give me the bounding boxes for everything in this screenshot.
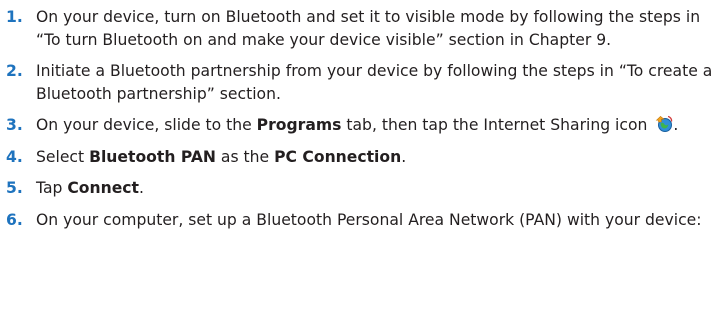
step-text-part: On your device, slide to the (36, 116, 257, 134)
step-number: 5. (6, 179, 23, 197)
step-4: 4. Select Bluetooth PAN as the PC Connec… (0, 146, 721, 169)
step-text: On your device, turn on Bluetooth and se… (36, 8, 701, 49)
step-text: On your device, slide to the Programs ta… (36, 114, 714, 137)
step-text: Tap Connect. (36, 177, 714, 200)
step-number: 6. (6, 210, 23, 229)
step-2: 2. Initiate a Bluetooth partnership from… (0, 60, 721, 105)
step-1: 1. On your device, turn on Bluetooth and… (0, 6, 721, 51)
step-3: 3. On your device, slide to the Programs… (0, 114, 721, 137)
pc-connection-label: PC Connection (274, 147, 402, 166)
step-text-part: . (139, 179, 144, 197)
step-number: 1. (6, 8, 23, 26)
connect-label: Connect (67, 179, 139, 197)
instruction-list: 1. On your device, turn on Bluetooth and… (0, 6, 721, 231)
step-text-part: tab, then tap the Internet Sharing icon (341, 116, 653, 134)
step-text-part: . (673, 116, 679, 134)
step-text: Initiate a Bluetooth partnership from yo… (36, 62, 713, 103)
bluetooth-pan-label: Bluetooth PAN (89, 147, 216, 166)
programs-tab-label: Programs (256, 116, 342, 134)
step-number: 3. (6, 116, 23, 134)
step-text: Select Bluetooth PAN as the PC Connectio… (36, 146, 714, 169)
step-text-part: Select (36, 147, 90, 166)
step-5: 5. Tap Connect. (0, 177, 721, 200)
internet-sharing-icon (655, 115, 673, 133)
step-number: 2. (6, 62, 23, 80)
step-text-part: . (401, 147, 407, 166)
step-text-part: Tap (36, 179, 68, 197)
step-number: 4. (6, 147, 23, 166)
step-text: On your computer, set up a Bluetooth Per… (36, 210, 702, 229)
step-6: 6. On your computer, set up a Bluetooth … (0, 209, 721, 232)
step-text-part: as the (215, 147, 275, 166)
